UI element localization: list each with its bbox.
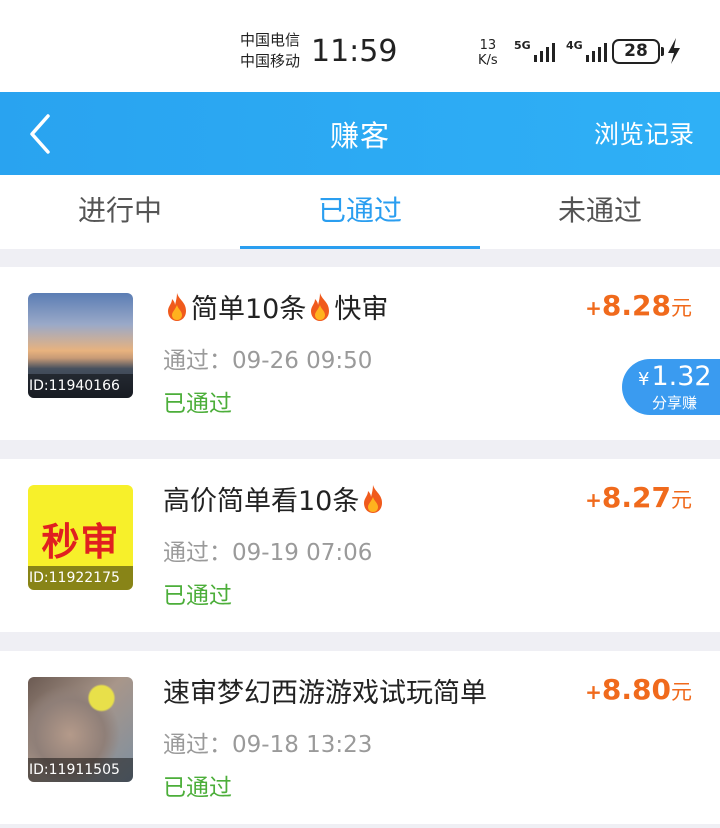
share-value: 1.32 (651, 361, 712, 392)
network-speed: 13 K/s (478, 38, 498, 68)
carrier-names: 中国电信 中国移动 (240, 30, 300, 72)
fire-icon (364, 485, 383, 513)
amount-plus: + (585, 680, 602, 704)
thumb-text: 秒审 (41, 520, 120, 564)
tab-in-progress[interactable]: 进行中 (0, 175, 240, 249)
share-earn-button[interactable]: ¥1.32 分享赚 (622, 359, 720, 415)
signal-5g-icon: 5G (514, 39, 555, 62)
status-bar: 中国电信 中国移动 11:59 13 K/s 5G 4G 28 (0, 0, 720, 92)
task-card[interactable]: ID:11940166 简单10条 快审 通过：09-26 09:50 已通过 … (0, 267, 720, 440)
amount-unit: 元 (671, 296, 692, 320)
amount-plus: + (585, 296, 602, 320)
task-id: ID:11922175 (28, 566, 133, 590)
signal-4g-icon: 4G (566, 39, 607, 62)
speed-unit: K/s (478, 53, 498, 68)
pass-time: 通过：09-26 09:50 (163, 348, 373, 374)
task-title: 速审梦幻西游游戏试玩简单 (163, 671, 487, 710)
task-thumbnail: ID:11911505 (28, 677, 133, 782)
task-title-text: 高价简单看10条 (163, 486, 360, 517)
pass-time: 通过：09-19 07:06 (163, 540, 373, 566)
task-title: 高价简单看10条 (163, 479, 387, 518)
task-title-text: 速审梦幻西游游戏试玩简单 (163, 678, 487, 709)
browse-history-button[interactable]: 浏览记录 (594, 115, 694, 151)
task-title-text: 简单10条 (191, 294, 307, 325)
task-title: 简单10条 快审 (163, 287, 388, 326)
amount-unit: 元 (671, 488, 692, 512)
fire-icon (168, 293, 186, 321)
amount-value: 8.28 (601, 289, 671, 322)
tab-bar: 进行中 已通过 未通过 (0, 175, 720, 249)
pass-time: 通过：09-18 13:23 (163, 732, 373, 758)
task-id: ID:11940166 (28, 374, 133, 398)
task-title-text-2: 快审 (334, 294, 389, 325)
amount-plus: + (585, 488, 602, 512)
network-5g-label: 5G (514, 39, 531, 52)
task-thumbnail: 秒审 ID:11922175 (28, 485, 133, 590)
reward-amount: +8.80元 (585, 673, 692, 706)
status-label: 已通过 (163, 391, 232, 417)
reward-amount: +8.27元 (585, 481, 692, 514)
share-label: 分享赚 (652, 394, 698, 412)
share-currency: ¥ (638, 369, 650, 390)
status-label: 已通过 (163, 583, 232, 609)
header-bar: 赚客 浏览记录 (0, 92, 720, 175)
amount-value: 8.80 (601, 673, 671, 706)
charging-icon (668, 38, 680, 64)
tab-approved[interactable]: 已通过 (240, 175, 480, 249)
reward-amount: +8.28元 (585, 289, 692, 322)
battery-indicator: 28 (612, 39, 664, 64)
amount-value: 8.27 (601, 481, 671, 514)
network-4g-label: 4G (566, 39, 583, 52)
task-card[interactable]: ID:11911505 速审梦幻西游游戏试玩简单 通过：09-18 13:23 … (0, 651, 720, 824)
task-thumbnail: ID:11940166 (28, 293, 133, 398)
speed-value: 13 (479, 38, 497, 53)
task-id: ID:11911505 (28, 758, 133, 782)
fire-icon (311, 293, 330, 321)
task-card[interactable]: 秒审 ID:11922175 高价简单看10条 通过：09-19 07:06 已… (0, 459, 720, 632)
tab-rejected[interactable]: 未通过 (480, 175, 720, 249)
carrier-2: 中国移动 (240, 52, 301, 70)
clock: 11:59 (311, 34, 398, 69)
amount-unit: 元 (671, 680, 692, 704)
carrier-1: 中国电信 (240, 31, 301, 49)
status-label: 已通过 (163, 775, 232, 801)
